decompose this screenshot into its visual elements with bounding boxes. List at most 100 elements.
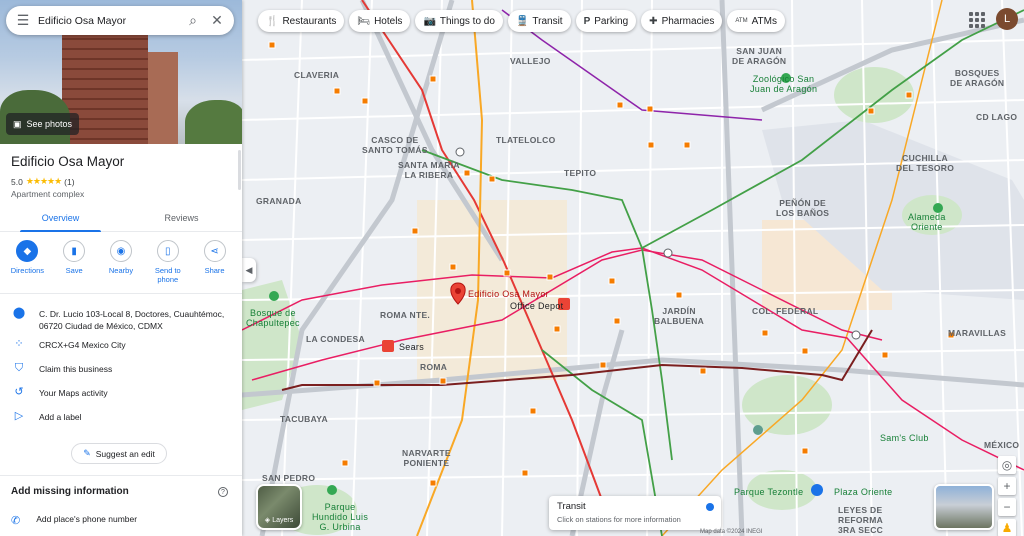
- label-penon: PEÑÓN DE LOS BAÑOS: [776, 198, 830, 218]
- label-vallejo: VALLEJO: [510, 56, 551, 66]
- phone-call-icon: ✆: [11, 515, 21, 527]
- zoom-out-button[interactable]: −: [998, 498, 1016, 516]
- atm-icon: ATM: [735, 18, 748, 24]
- my-location-icon[interactable]: ◎: [998, 456, 1016, 474]
- rating-value: 5.0: [11, 176, 23, 187]
- chip-restaurants[interactable]: 🍴 Restaurants: [258, 10, 345, 32]
- chip-pharmacies[interactable]: ✚ Pharmacies: [641, 10, 723, 32]
- suggest-edit-button[interactable]: ✎ Suggest an edit: [71, 443, 167, 464]
- label-icon: ▷: [14, 410, 24, 422]
- pharmacy-icon: ✚: [649, 15, 658, 27]
- search-box: ☰ ⌕ ✕: [6, 6, 234, 35]
- zoom-in-button[interactable]: +: [998, 477, 1016, 495]
- send-to-phone-button[interactable]: ▯ Send to phone: [146, 240, 190, 284]
- tab-overview[interactable]: Overview: [0, 204, 121, 232]
- add-phone-row[interactable]: ✆ Add place's phone number: [11, 514, 137, 527]
- account-avatar[interactable]: L: [996, 8, 1018, 30]
- transit-toggle[interactable]: [706, 503, 714, 511]
- place-tabs: Overview Reviews: [0, 204, 242, 232]
- directions-button[interactable]: ◆ Directions: [5, 240, 49, 284]
- chip-things-to-do[interactable]: 📷 Things to do: [415, 10, 503, 32]
- chip-atms[interactable]: ATM ATMs: [727, 10, 785, 32]
- bookmark-icon: ▮: [63, 240, 86, 262]
- park-aragon: [834, 67, 914, 123]
- chip-transit[interactable]: 🚆 Transit: [507, 10, 571, 32]
- label-granada: GRANADA: [256, 196, 302, 206]
- label-claveria: CLAVERIA: [294, 70, 340, 80]
- claim-business-row[interactable]: ⛉ Claim this business: [0, 359, 242, 383]
- label-alameda: Alameda Oriente: [908, 212, 946, 232]
- map-footer: Map data ©2024 INEGI: [700, 529, 763, 535]
- chapultepec-marker: [269, 291, 279, 301]
- apps-grid-icon[interactable]: [966, 9, 988, 31]
- panel-scrollbar[interactable]: [238, 150, 241, 190]
- search-input[interactable]: [38, 14, 178, 27]
- add-phone-text: Add place's phone number: [36, 514, 138, 524]
- address-row[interactable]: ⬤ C. Dr. Lucio 103-Local 8, Doctores, Cu…: [0, 304, 242, 335]
- sams-marker: [753, 425, 763, 435]
- street-view-thumbnail[interactable]: [934, 484, 994, 530]
- plus-code-row[interactable]: ⁘ CRCX+G4 Mexico City: [0, 335, 242, 359]
- label-cd-lago: CD LAGO: [976, 112, 1018, 122]
- label-santa-maria: SANTA MARÍA LA RIBERA: [398, 160, 460, 180]
- label-bosque-chapultepec: Bosque de Chapultepec: [246, 308, 300, 328]
- shield-icon: ⛉: [14, 362, 24, 374]
- label-tepito: TEPITO: [564, 168, 597, 178]
- label-tacubaya: TACUBAYA: [280, 414, 328, 424]
- label-la-condesa: LA CONDESA: [306, 334, 365, 344]
- transit-card-title: Transit: [557, 501, 586, 512]
- label-parque-tezontle: Parque Tezontle: [734, 487, 804, 497]
- divider: [0, 475, 242, 476]
- location-icon: ⬤: [12, 307, 26, 319]
- layers-label: Layers: [272, 517, 294, 524]
- missing-info-title: Add missing information: [11, 486, 129, 497]
- search-icon[interactable]: ⌕: [184, 12, 202, 29]
- nearby-icon: ◉: [109, 240, 132, 262]
- nearby-button[interactable]: ◉ Nearby: [99, 240, 143, 284]
- location-pin-dot: [455, 288, 461, 294]
- photo-icon: ▣: [13, 118, 22, 129]
- label-plaza-oriente: Plaza Oriente: [834, 487, 893, 497]
- sears-marker: [382, 340, 394, 352]
- camera-icon: 📷: [423, 15, 436, 27]
- label-office-depot[interactable]: Office Depot: [510, 301, 563, 311]
- train-icon: 🚆: [515, 15, 529, 27]
- info-list: ⬤ C. Dr. Lucio 103-Local 8, Doctores, Cu…: [0, 293, 242, 431]
- tab-reviews[interactable]: Reviews: [121, 204, 242, 231]
- menu-icon[interactable]: ☰: [14, 12, 32, 29]
- add-label-row[interactable]: ▷ Add a label: [0, 407, 242, 431]
- help-icon[interactable]: ?: [218, 487, 228, 497]
- pegman-icon[interactable]: ♟: [998, 519, 1016, 536]
- reviews-count[interactable]: (1): [64, 177, 74, 187]
- save-button[interactable]: ▮ Save: [52, 240, 96, 284]
- rating-stars: ★★★★★: [25, 176, 62, 186]
- map-canvas[interactable]: VALLEJO CLAVERIA SAN JUAN DE ARAGÓN BOSQ…: [242, 0, 1024, 536]
- label-narvarte: NARVARTE PONIENTE: [402, 448, 451, 468]
- label-roma: ROMA: [420, 362, 448, 372]
- chip-hotels[interactable]: 🛏 Hotels: [349, 10, 411, 32]
- place-category[interactable]: Apartment complex: [11, 189, 84, 199]
- phone-icon: ▯: [156, 240, 179, 262]
- label-san-pedro: SAN PEDRO: [262, 473, 316, 483]
- label-pin[interactable]: Edificio Osa Mayor: [468, 289, 549, 299]
- maps-activity-row[interactable]: ↺ Your Maps activity: [0, 383, 242, 407]
- label-sams: Sam's Club: [880, 433, 929, 443]
- collapse-panel-button[interactable]: ◀: [242, 258, 256, 282]
- see-photos-button[interactable]: ▣ See photos: [6, 113, 80, 135]
- layers-button[interactable]: ◈ Layers: [256, 484, 302, 530]
- chip-parking[interactable]: P Parking: [575, 10, 637, 32]
- label-mexico: MÉXICO: [984, 440, 1020, 450]
- category-chips: 🍴 Restaurants 🛏 Hotels 📷 Things to do 🚆 Tran…: [258, 10, 785, 32]
- share-button[interactable]: ⋖ Share: [193, 240, 237, 284]
- action-buttons: ◆ Directions ▮ Save ◉ Nearby ▯ Send to p…: [0, 240, 242, 284]
- history-icon: ↺: [14, 386, 24, 398]
- map-controls: ◎ + − ♟: [998, 456, 1016, 536]
- maps-activity-text: Your Maps activity: [39, 388, 108, 398]
- share-icon: ⋖: [203, 240, 226, 262]
- close-icon[interactable]: ✕: [208, 12, 226, 29]
- label-sears[interactable]: Sears: [399, 342, 424, 352]
- transit-layer-card[interactable]: Transit Click on stations for more infor…: [549, 496, 721, 530]
- pencil-icon: ✎: [83, 448, 91, 458]
- parque-hundido-marker: [327, 485, 337, 495]
- restaurant-icon: 🍴: [266, 15, 279, 27]
